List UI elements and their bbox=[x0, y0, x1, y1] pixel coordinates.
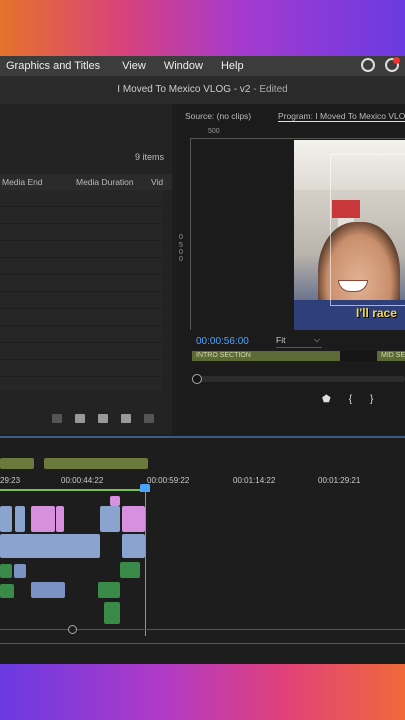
window-title: I Moved To Mexico VLOG - v2 bbox=[117, 84, 251, 95]
mark-out-icon[interactable]: } bbox=[370, 394, 373, 405]
folder-icon[interactable] bbox=[98, 414, 108, 423]
trash-icon[interactable] bbox=[144, 414, 154, 423]
audio-clip[interactable] bbox=[14, 564, 26, 578]
video-clip[interactable] bbox=[56, 506, 64, 532]
timeline-bottom-border bbox=[0, 643, 405, 644]
menu-view[interactable]: View bbox=[116, 60, 152, 72]
audio-clip[interactable] bbox=[120, 562, 140, 578]
video-clip[interactable] bbox=[31, 506, 55, 532]
premiere-workspace: 9 items Media End Media Duration Vid Sou… bbox=[0, 104, 405, 664]
menu-window[interactable]: Window bbox=[158, 60, 209, 72]
scrub-handle[interactable] bbox=[192, 374, 202, 384]
work-area-bar-left[interactable] bbox=[0, 458, 34, 469]
column-video[interactable]: Vid bbox=[151, 177, 163, 187]
timeline-ruler[interactable]: 29:23 00:00:44:22 00:00:59:22 00:01:14:2… bbox=[0, 472, 405, 488]
menu-bar: Graphics and Titles View Window Help bbox=[0, 56, 405, 76]
item-count: 9 items bbox=[134, 152, 164, 162]
top-gradient-frame bbox=[0, 0, 405, 56]
video-clip[interactable] bbox=[0, 506, 12, 532]
ruler-label: 00:01:14:22 bbox=[233, 476, 276, 485]
video-caption: I'll race bbox=[356, 306, 397, 320]
storyboard-icon[interactable] bbox=[52, 414, 62, 423]
column-media-duration[interactable]: Media Duration bbox=[76, 177, 134, 187]
video-clip[interactable] bbox=[122, 534, 145, 558]
monitor-ruler-top: 500 bbox=[190, 128, 405, 139]
monitor-tabs: Source: (no clips) Program: I Moved To M… bbox=[176, 108, 405, 124]
bottom-gradient-frame bbox=[0, 664, 405, 720]
zoom-value: Fit bbox=[276, 335, 286, 345]
video-clip[interactable] bbox=[0, 534, 100, 558]
new-item-icon[interactable] bbox=[121, 414, 131, 423]
video-clip[interactable] bbox=[122, 506, 145, 532]
ruler-top-label: 500 bbox=[208, 128, 220, 135]
marker-bar: INTRO SECTION MID SE bbox=[192, 351, 405, 361]
ruler-label: 00:00:59:22 bbox=[147, 476, 190, 485]
project-column-header: Media End Media Duration Vid bbox=[0, 174, 172, 190]
timeline-panel: 29:23 00:00:44:22 00:00:59:22 00:01:14:2… bbox=[0, 438, 405, 664]
column-media-end[interactable]: Media End bbox=[2, 177, 43, 187]
notification-icon[interactable] bbox=[385, 57, 400, 72]
tab-program[interactable]: Program: I Moved To Mexico VLOG bbox=[278, 111, 405, 122]
playhead-timecode[interactable]: 00:00:56:00 bbox=[196, 336, 249, 347]
menu-help[interactable]: Help bbox=[215, 60, 250, 72]
project-toolbar bbox=[52, 414, 154, 423]
ruler-left-label: 500 bbox=[179, 242, 183, 263]
audio-clip[interactable] bbox=[31, 582, 65, 598]
timeline-zoom-handle[interactable] bbox=[68, 625, 77, 634]
work-area-bar[interactable] bbox=[44, 458, 148, 469]
ruler-left-label-top: 0 bbox=[179, 234, 183, 241]
add-marker-icon[interactable]: ⬟ bbox=[322, 394, 331, 405]
program-monitor-panel: Source: (no clips) Program: I Moved To M… bbox=[176, 104, 405, 434]
video-clip[interactable] bbox=[100, 506, 120, 532]
ruler-label: 29:23 bbox=[0, 476, 21, 485]
ruler-label: 00:01:29:21 bbox=[318, 476, 361, 485]
chevron-down-icon: ⌵ bbox=[313, 335, 320, 344]
search-icon[interactable] bbox=[75, 414, 85, 423]
project-panel: 9 items Media End Media Duration Vid bbox=[0, 104, 172, 434]
window-title-bar: I Moved To Mexico VLOG - v2 - Edited bbox=[0, 76, 405, 104]
timeline-scrollbar[interactable] bbox=[0, 629, 405, 630]
zoom-select[interactable]: Fit ⌵ bbox=[276, 335, 322, 348]
playhead-line[interactable] bbox=[145, 486, 146, 636]
audio-clip[interactable] bbox=[104, 602, 120, 624]
audio-clip[interactable] bbox=[98, 582, 120, 598]
render-status-bar bbox=[0, 489, 145, 491]
audio-clip[interactable] bbox=[0, 564, 12, 578]
tab-source[interactable]: Source: (no clips) bbox=[185, 111, 251, 121]
title-safe-guide bbox=[330, 154, 405, 306]
menu-graphics-and-titles[interactable]: Graphics and Titles bbox=[0, 60, 106, 72]
creative-cloud-icon[interactable] bbox=[361, 58, 375, 72]
monitor-ruler-left: 0 500 bbox=[178, 138, 191, 330]
marker-intro-section[interactable]: INTRO SECTION bbox=[192, 351, 340, 361]
video-clip[interactable] bbox=[110, 496, 120, 506]
edited-status: - Edited bbox=[253, 84, 288, 95]
marker-mid-section[interactable]: MID SE bbox=[377, 351, 405, 361]
project-item-list[interactable] bbox=[0, 190, 162, 390]
playhead[interactable] bbox=[140, 484, 150, 492]
monitor-scrub-bar[interactable] bbox=[192, 374, 405, 384]
playback-controls: ⬟ { } bbox=[322, 394, 373, 405]
mark-in-icon[interactable]: { bbox=[349, 394, 352, 405]
audio-clip[interactable] bbox=[0, 584, 14, 598]
ruler-label: 00:00:44:22 bbox=[61, 476, 104, 485]
video-clip[interactable] bbox=[15, 506, 25, 532]
